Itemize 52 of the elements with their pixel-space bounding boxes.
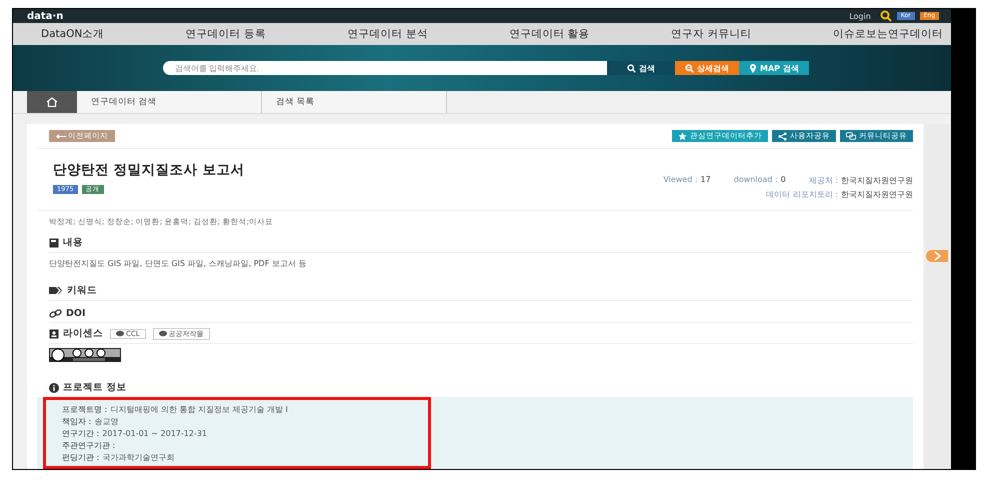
- field-label: 연구기간 :: [62, 428, 100, 440]
- stat-value: 한국지질자원연구원: [841, 175, 913, 186]
- field-label: 펀딩기관 :: [62, 452, 100, 464]
- document-title: 단양탄전 정밀지질조사 보고서: [53, 161, 244, 179]
- nav-menu-item[interactable]: 연구데이터 분석: [348, 27, 428, 41]
- tags-icon: [49, 286, 63, 295]
- field-value: 송교영: [94, 416, 118, 428]
- id-card-icon: [49, 328, 59, 338]
- section-title: 프로젝트 정보: [63, 381, 126, 394]
- license-badge-icon: [49, 348, 121, 362]
- stat-value: 0: [780, 175, 786, 186]
- stat-label: 제공처 :: [808, 175, 838, 186]
- section-title: DOI: [66, 308, 86, 319]
- login-link[interactable]: Login: [849, 12, 871, 20]
- home-button[interactable]: [27, 91, 77, 113]
- section-title: 라이센스: [63, 327, 103, 340]
- field-value: 국가과학기술연구회: [102, 452, 174, 464]
- stat-label: 데이터 리포지토리 :: [766, 189, 838, 200]
- section-title: 내용: [63, 236, 83, 249]
- field-label: 책임자 :: [62, 416, 92, 428]
- arrow-left-icon: [56, 134, 66, 138]
- info-icon: [49, 382, 59, 392]
- search-button[interactable]: 검색: [607, 61, 675, 75]
- nav-menu-item[interactable]: DataON소개: [41, 27, 104, 41]
- zoom-icon: [685, 64, 694, 72]
- stat-value: 한국지질자원연구원: [841, 189, 913, 200]
- star-icon: [678, 132, 687, 140]
- site-logo[interactable]: data·n: [27, 10, 64, 22]
- content-text: 단양탄전지질도 GIS 파일, 단면도 GIS 파일, 스캐닝파일, PDF 보고서 등: [49, 258, 308, 270]
- section-title: 키워드: [67, 284, 97, 297]
- search-field[interactable]: 검색어를 입력해주세요.: [163, 61, 607, 75]
- search-icon[interactable]: [880, 10, 892, 22]
- nav-menu-item[interactable]: 연구데이터 활용: [509, 27, 590, 41]
- nav-menu-item[interactable]: 연구데이터 등록: [186, 27, 266, 41]
- stat-label: download :: [734, 175, 778, 186]
- breadcrumb-item[interactable]: 연구데이터 검색: [77, 91, 262, 113]
- link-icon: [49, 308, 62, 318]
- nav-menu-item[interactable]: 이슈로보는연구데이터: [833, 27, 943, 41]
- stat-label: Viewed :: [663, 175, 698, 186]
- field-value: 디지털매핑에 의한 통합 지질정보 제공기술 개발 I: [110, 404, 288, 416]
- chat-icon: [846, 132, 856, 140]
- map-pin-icon: [749, 64, 757, 72]
- stat-value: 17: [700, 175, 711, 186]
- field-label: 프로젝트명 :: [62, 404, 108, 416]
- field-value: 2017-01-01 ~ 2017-12-31: [102, 428, 208, 440]
- home-icon: [46, 97, 58, 107]
- breadcrumb-item[interactable]: 검색 목록: [262, 91, 447, 113]
- nav-menu-item[interactable]: 연구자 커뮤니티: [671, 27, 752, 41]
- field-label: 주관연구기관 :: [62, 440, 116, 452]
- document-icon: [49, 238, 59, 248]
- search-icon: [627, 64, 636, 72]
- share-icon: [778, 132, 787, 140]
